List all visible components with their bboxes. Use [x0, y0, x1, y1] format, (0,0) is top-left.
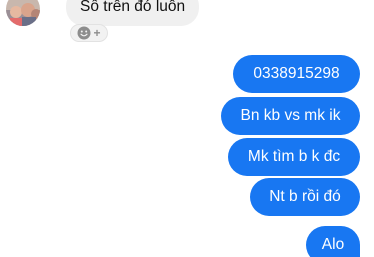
add-reaction-button[interactable]: + [70, 24, 108, 42]
reaction-plus-glyph: + [93, 26, 101, 40]
outgoing-message-bubble[interactable]: Nt b rồi đó [250, 178, 360, 216]
avatar-photo [6, 0, 40, 26]
outgoing-message-text: Nt b rồi đó [269, 188, 341, 205]
outgoing-message-bubble[interactable]: Mk tìm b k đc [228, 138, 360, 176]
outgoing-message-bubble[interactable]: Alo [306, 226, 360, 257]
outgoing-message-text: Mk tìm b k đc [247, 148, 341, 165]
outgoing-message-text: Bn kb vs mk ik [240, 107, 341, 124]
incoming-message-text: Số trên đó luôn [80, 0, 186, 16]
outgoing-message-text: 0338915298 [253, 65, 340, 82]
smiley-add-icon [77, 26, 91, 40]
outgoing-message-text: Alo [321, 236, 345, 253]
sender-avatar[interactable] [6, 0, 40, 26]
outgoing-message-bubble[interactable]: 0338915298 [233, 55, 360, 93]
incoming-message-bubble[interactable]: Số trên đó luôn [66, 0, 200, 26]
outgoing-message-bubble[interactable]: Bn kb vs mk ik [221, 97, 360, 135]
